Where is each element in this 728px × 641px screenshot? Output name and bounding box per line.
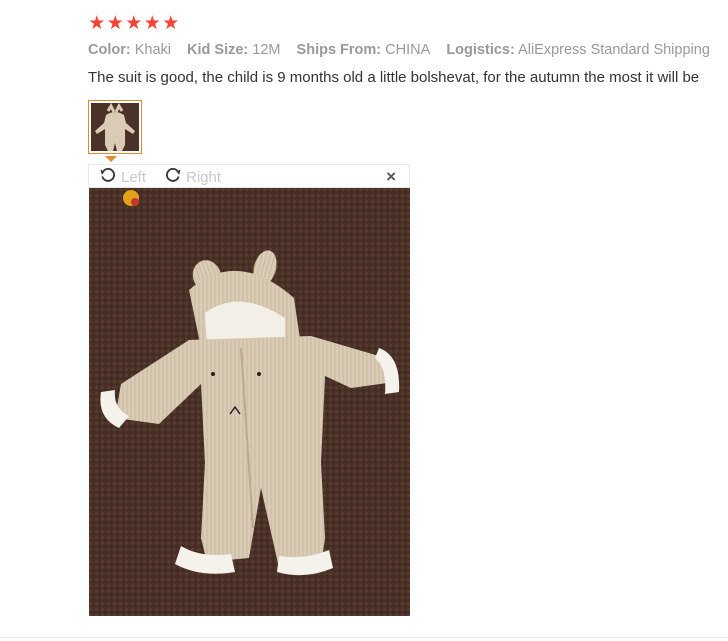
review-stars: ★ ★ ★ ★ ★	[88, 14, 180, 34]
attr-label-color: Color:	[88, 42, 131, 58]
review-photo-large	[89, 188, 410, 616]
attr-label-kid-size: Kid Size:	[187, 42, 249, 58]
rotate-left-label: Left	[121, 168, 147, 186]
review-attributes: Color: Khaki Kid Size: 12M Ships From: C…	[88, 42, 722, 58]
thumbnail-selected-caret	[105, 156, 117, 162]
rotate-right-label: Right	[186, 168, 222, 186]
attr-value-logistics: AliExpress Standard Shipping	[518, 42, 710, 58]
rotate-left-icon	[99, 166, 117, 188]
rotate-left-button[interactable]: Left	[99, 166, 146, 188]
review-photo-thumbnail[interactable]	[88, 100, 142, 154]
baby-romper-photo	[89, 188, 410, 616]
attr-value-ships-from: CHINA	[385, 42, 431, 58]
attr-label-ships-from: Ships From:	[296, 42, 382, 58]
star-icon: ★	[162, 13, 180, 34]
thumbnail-photo	[91, 103, 139, 151]
thumbnail-image	[91, 103, 139, 151]
rotate-right-button[interactable]: Right	[164, 166, 221, 188]
section-divider	[0, 637, 728, 638]
star-icon: ★	[125, 13, 143, 34]
star-icon: ★	[143, 13, 161, 34]
attr-label-logistics: Logistics:	[446, 42, 515, 58]
rotate-right-icon	[164, 166, 182, 188]
star-icon: ★	[106, 13, 124, 34]
star-icon: ★	[88, 13, 106, 34]
attr-value-kid-size: 12M	[252, 42, 281, 58]
attr-value-color: Khaki	[134, 42, 171, 58]
image-viewer-toolbar: Left Right ×	[88, 164, 410, 188]
close-icon[interactable]: ×	[386, 167, 396, 187]
review-text: The suit is good, the child is 9 months …	[88, 69, 700, 86]
